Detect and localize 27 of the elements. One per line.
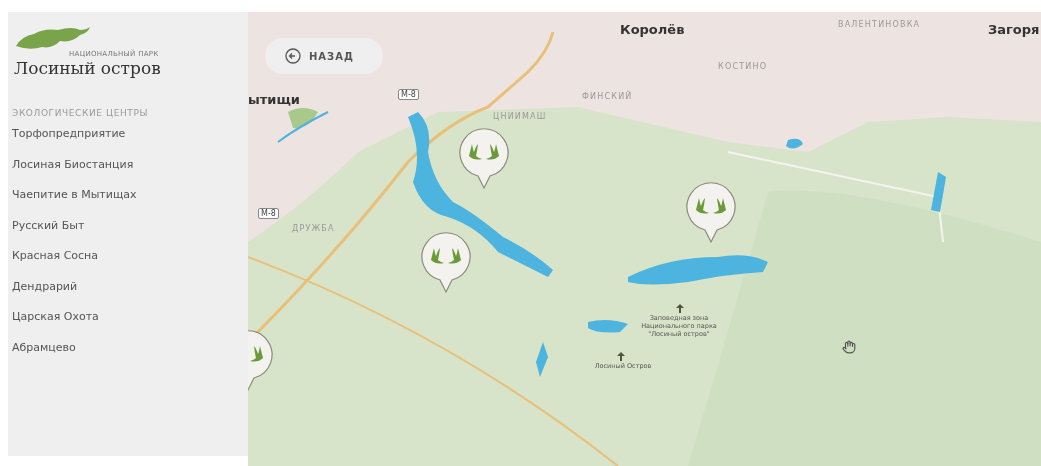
sidebar-item[interactable]: Русский Быт: [8, 217, 248, 248]
map-label: ытищи: [248, 92, 300, 107]
tree-icon: [617, 352, 625, 361]
road-sign: М-8: [258, 208, 279, 219]
logo-title: Лосиный остров: [14, 58, 162, 78]
sidebar-item[interactable]: Торфопредприятие: [8, 126, 248, 157]
sidebar-item[interactable]: Красная Сосна: [8, 248, 248, 279]
sidebar-item[interactable]: Дендрарий: [8, 278, 248, 309]
section-heading: ЭКОЛОГИЧЕСКИЕ ЦЕНТРЫ: [12, 108, 149, 118]
sidebar-item[interactable]: Царская Охота: [8, 309, 248, 340]
tree-icon: [676, 304, 684, 313]
sidebar-item[interactable]: Абрамцево: [8, 339, 248, 370]
map-label: ДРУЖБА: [292, 224, 335, 233]
back-button[interactable]: НАЗАД: [265, 38, 383, 74]
road-sign: М-8: [398, 89, 419, 100]
map-label: ЦНИИМАШ: [493, 112, 547, 121]
map-label: ВАЛЕНТИНОВКА: [838, 20, 921, 29]
map-label: Загоря: [988, 22, 1040, 37]
map-label: Королёв: [620, 22, 685, 37]
sidebar-item[interactable]: Чаепитие в Мытищах: [8, 187, 248, 218]
hand-cursor-icon: [842, 340, 856, 354]
antler-marker-icon[interactable]: [420, 232, 472, 294]
antler-marker-icon[interactable]: [458, 128, 510, 190]
sidebar-item[interactable]: Лосиная Биостанция: [8, 156, 248, 187]
map-label: КОСТИНО: [718, 62, 768, 71]
map-label: ФИНСКИЙ: [582, 92, 633, 101]
antler-marker-icon[interactable]: [685, 182, 737, 244]
